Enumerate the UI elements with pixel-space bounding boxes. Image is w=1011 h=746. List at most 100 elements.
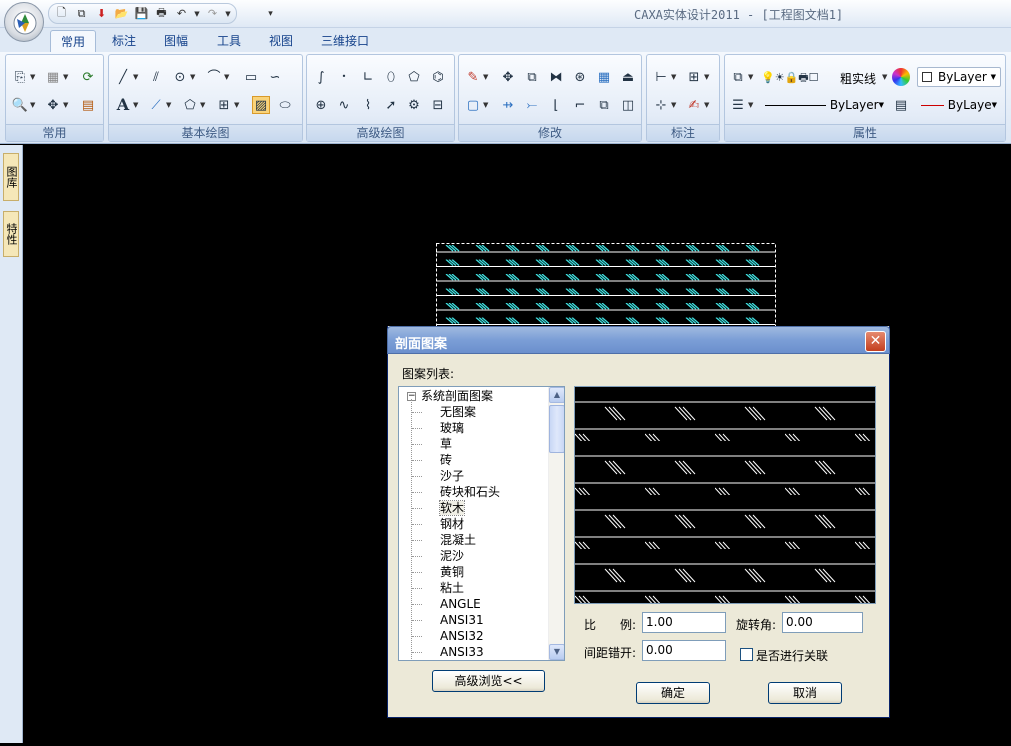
dropdown-icon[interactable]: ▼ bbox=[200, 96, 206, 114]
undo-dropdown-icon[interactable]: ▼ bbox=[193, 5, 201, 22]
cancel-button[interactable]: 取消 bbox=[768, 682, 842, 704]
chamfer-icon[interactable]: ⌐ bbox=[571, 96, 589, 114]
tab-3d-interface[interactable]: 三维接口 bbox=[311, 30, 379, 52]
tree-item[interactable]: ANSI32 bbox=[412, 628, 484, 644]
text-icon[interactable]: A bbox=[114, 96, 132, 114]
delete-icon[interactable]: ✎ bbox=[464, 68, 482, 86]
circle-icon[interactable]: ⊙ bbox=[171, 68, 189, 86]
array-icon[interactable]: ▦ bbox=[595, 68, 613, 86]
linetype-icon[interactable]: ▤ bbox=[892, 96, 910, 114]
hole-icon[interactable]: ⌬ bbox=[429, 68, 447, 86]
dropdown-icon[interactable]: ▼ bbox=[190, 68, 196, 86]
tree-item[interactable]: 砖 bbox=[412, 452, 452, 468]
tree-item[interactable]: ANSI33 bbox=[412, 644, 484, 660]
print-icon[interactable]: 🖶 bbox=[153, 5, 170, 22]
fillet-icon[interactable]: ⌊ bbox=[547, 96, 565, 114]
dropdown-icon[interactable]: ▼ bbox=[671, 96, 677, 114]
dialog-title-bar[interactable]: 剖面图案 ✕ bbox=[387, 326, 890, 354]
pattern-tree[interactable]: − 系统剖面图案 无图案 玻璃草砖沙子 砖块和石头 软木 钢材 混凝土 泥沙 黄铜 粘土 ANGLE… bbox=[398, 386, 565, 661]
curve-icon[interactable]: ∫ bbox=[312, 68, 330, 86]
scroll-down-icon[interactable]: ▼ bbox=[549, 644, 564, 660]
arrow-icon[interactable]: ➚ bbox=[382, 96, 400, 114]
associate-checkbox[interactable] bbox=[740, 648, 753, 661]
tree-root[interactable]: − 系统剖面图案 bbox=[407, 388, 493, 404]
copy-icon[interactable]: ⎘ bbox=[11, 68, 29, 86]
block-icon[interactable]: ⬠ bbox=[181, 96, 199, 114]
sidebar-tab-properties[interactable]: 特性 bbox=[3, 211, 19, 257]
tree-item[interactable]: 泥沙 bbox=[412, 548, 464, 564]
layer-manager-icon[interactable]: ⧉ bbox=[729, 68, 747, 86]
dropdown-icon[interactable]: ▼ bbox=[483, 96, 489, 114]
tree-item[interactable]: 沙子 bbox=[412, 468, 464, 484]
copy-object-icon[interactable]: ⧉ bbox=[523, 68, 541, 86]
polygon-icon[interactable]: ⬠ bbox=[405, 68, 423, 86]
tab-view[interactable]: 视图 bbox=[259, 30, 303, 52]
spline-icon[interactable]: ∽ bbox=[266, 68, 284, 86]
tab-sheet[interactable]: 图幅 bbox=[154, 30, 198, 52]
dropdown-icon[interactable]: ▼ bbox=[166, 96, 172, 114]
layer-name[interactable]: 粗实线 bbox=[840, 70, 876, 87]
rotation-input[interactable]: 0.00 bbox=[782, 612, 863, 633]
break-icon[interactable]: ⤚ bbox=[523, 96, 541, 114]
lineweight-icon[interactable]: ☰ bbox=[729, 96, 747, 114]
tree-item[interactable]: 钢材 bbox=[412, 516, 464, 532]
dropdown-icon[interactable]: ▼ bbox=[224, 68, 230, 86]
color-combo[interactable]: ByLayer ▼ bbox=[917, 67, 1001, 87]
dropdown-icon[interactable]: ▼ bbox=[748, 96, 754, 114]
pan-icon[interactable]: ✥ bbox=[44, 96, 62, 114]
wave-line-icon[interactable]: ∿ bbox=[335, 96, 353, 114]
mirror-icon[interactable]: ⧓ bbox=[547, 68, 565, 86]
dropdown-icon[interactable]: ▼ bbox=[704, 68, 710, 86]
dropdown-icon[interactable]: ▼ bbox=[704, 96, 710, 114]
application-menu-button[interactable] bbox=[4, 2, 44, 42]
sidebar-tab-library[interactable]: 图库 bbox=[3, 153, 19, 201]
tree-item[interactable]: 黄铜 bbox=[412, 564, 464, 580]
extend-icon[interactable]: ⇸ bbox=[499, 96, 517, 114]
annotation-edit-icon[interactable]: ✍ bbox=[685, 96, 703, 114]
tree-item[interactable]: 粘土 bbox=[412, 580, 464, 596]
dimension-icon[interactable]: ⊢ bbox=[652, 68, 670, 86]
save-icon[interactable]: 💾 bbox=[133, 5, 150, 22]
stretch-icon[interactable]: ◫ bbox=[619, 96, 637, 114]
hatch-icon[interactable]: ▨ bbox=[252, 96, 270, 114]
lineweight-combo[interactable]: ByLaye ▼ bbox=[917, 95, 1001, 115]
parallel-line-icon[interactable]: ⫽ bbox=[147, 68, 165, 86]
close-icon[interactable]: ✕ bbox=[865, 331, 886, 352]
tree-item[interactable]: 无图案 bbox=[412, 404, 476, 420]
linestyle-combo[interactable]: ByLayer ▼ bbox=[761, 95, 888, 115]
arc-icon[interactable]: ⌒ bbox=[205, 68, 223, 86]
tree-item[interactable]: 玻璃 bbox=[412, 420, 464, 436]
tree-item[interactable]: 砖块和石头 bbox=[412, 484, 500, 500]
dropdown-icon[interactable]: ▼ bbox=[63, 68, 69, 86]
ok-button[interactable]: 确定 bbox=[636, 682, 710, 704]
hatched-region[interactable] bbox=[436, 243, 775, 328]
dropdown-icon[interactable]: ▼ bbox=[882, 68, 888, 86]
rectangle-icon[interactable]: ▭ bbox=[242, 68, 260, 86]
tree-item[interactable]: 混凝土 bbox=[412, 532, 476, 548]
table-icon[interactable]: ⊟ bbox=[429, 96, 447, 114]
angle-line-icon[interactable]: ∟ bbox=[359, 68, 377, 86]
scale-input[interactable]: 1.00 bbox=[642, 612, 726, 633]
move-icon[interactable]: ✥ bbox=[499, 68, 517, 86]
coordinate-icon[interactable]: ⊹ bbox=[652, 96, 670, 114]
fill-icon[interactable]: ⬭ bbox=[276, 96, 294, 114]
tree-item[interactable]: 软木 bbox=[412, 500, 466, 516]
rotate-icon[interactable]: ⊛ bbox=[571, 68, 589, 86]
import-icon[interactable]: ⬇ bbox=[93, 5, 110, 22]
explode-icon[interactable]: ⧉ bbox=[595, 96, 613, 114]
tolerance-icon[interactable]: ⊞ bbox=[685, 68, 703, 86]
customize-qat-icon[interactable]: ▾ bbox=[262, 5, 279, 22]
dropdown-icon[interactable]: ▼ bbox=[748, 68, 754, 86]
tree-scrollbar[interactable]: ▲ ▼ bbox=[548, 387, 564, 660]
break-line-icon[interactable]: ⌇ bbox=[359, 96, 377, 114]
line-icon[interactable]: ╱ bbox=[114, 68, 132, 86]
tree-item[interactable]: ANSI31 bbox=[412, 612, 484, 628]
centerline-icon[interactable]: ⟋ bbox=[147, 96, 165, 114]
dropdown-icon[interactable]: ▼ bbox=[63, 96, 69, 114]
tab-tools[interactable]: 工具 bbox=[207, 30, 251, 52]
offset-input[interactable]: 0.00 bbox=[642, 640, 726, 661]
dropdown-icon[interactable]: ▼ bbox=[133, 68, 139, 86]
properties-icon[interactable]: ▤ bbox=[79, 96, 97, 114]
dropdown-icon[interactable]: ▼ bbox=[671, 68, 677, 86]
center-mark-icon[interactable]: ⊕ bbox=[312, 96, 330, 114]
